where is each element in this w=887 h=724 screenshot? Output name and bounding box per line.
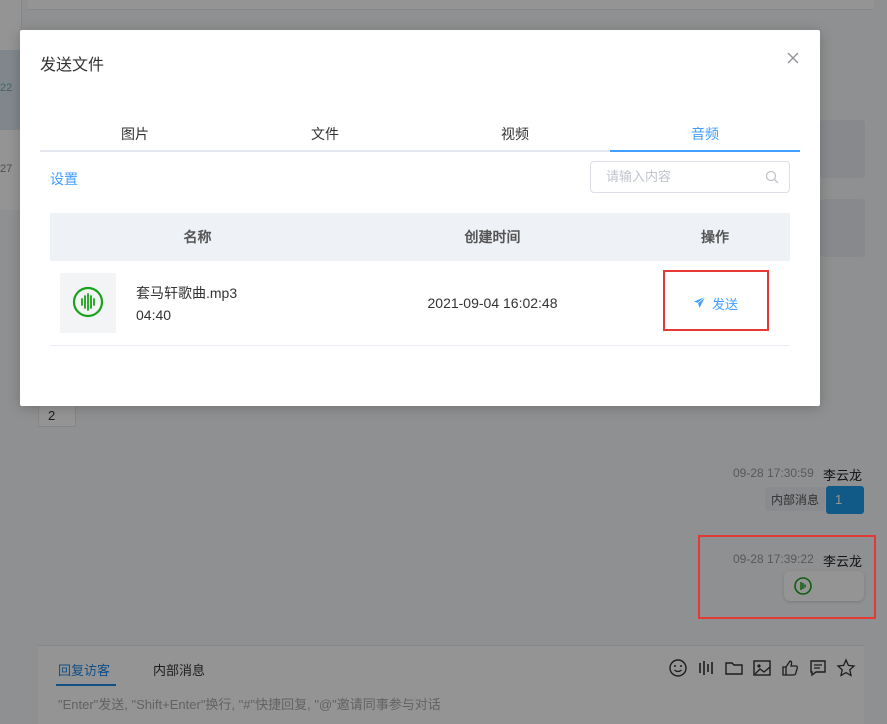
tab-audio[interactable]: 音频 (610, 116, 800, 152)
file-name: 套马轩歌曲.mp3 (136, 285, 238, 301)
highlight-box (698, 535, 876, 619)
file-type-tabs: 图片 文件 视频 音频 (40, 116, 800, 152)
file-duration: 04:40 (136, 307, 172, 323)
table-header: 名称 创建时间 操作 (50, 213, 790, 261)
column-header-action: 操作 (701, 229, 729, 245)
highlight-box (663, 270, 769, 331)
audio-wave-icon (72, 286, 104, 321)
close-icon[interactable] (786, 51, 800, 65)
search-icon[interactable] (765, 170, 779, 187)
tab-file[interactable]: 文件 (230, 116, 420, 150)
file-created-time: 2021-09-04 16:02:48 (427, 295, 558, 311)
tab-image[interactable]: 图片 (40, 116, 230, 150)
search-input[interactable] (606, 169, 756, 184)
send-file-dialog: 发送文件 图片 文件 视频 音频 设置 名称 创建时间 操作 套马轩歌曲.mp3… (20, 30, 820, 406)
column-header-name: 名称 (183, 229, 212, 245)
search-box (590, 161, 790, 193)
settings-link[interactable]: 设置 (50, 169, 78, 189)
tab-video[interactable]: 视频 (420, 116, 610, 150)
dialog-title: 发送文件 (40, 57, 105, 74)
column-header-created: 创建时间 (464, 229, 521, 245)
audio-thumbnail (60, 273, 116, 333)
